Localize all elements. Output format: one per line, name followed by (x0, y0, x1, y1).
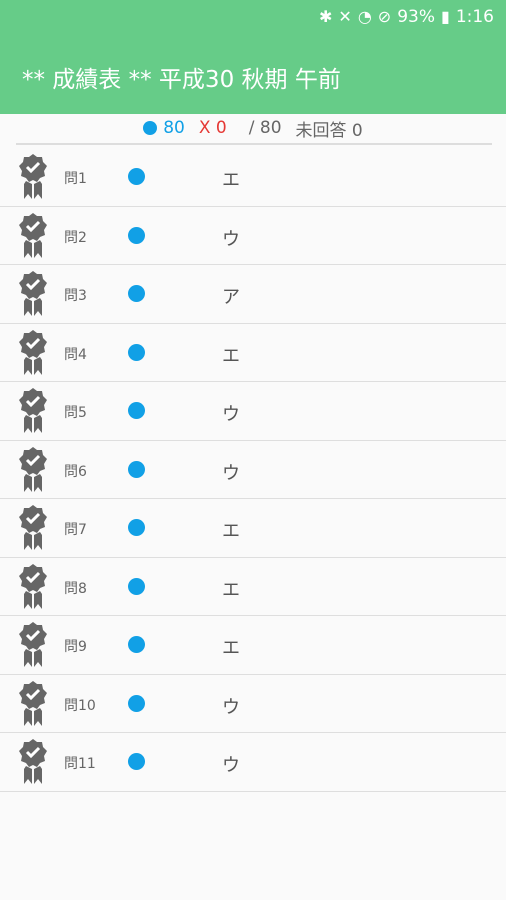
list-item[interactable]: 問1 エ (0, 148, 506, 207)
correct-dot-icon (128, 460, 145, 478)
result-list: 問1 エ問2 ウ問3 ア問4 エ問5 ウ問6 ウ問7 エ問8 エ問9 エ問10 ウ問11 ウ (0, 148, 506, 792)
question-label: 問4 (64, 346, 87, 363)
correct-dot-icon (128, 694, 145, 712)
question-label: 問10 (64, 697, 96, 714)
question-label: 問6 (64, 463, 87, 480)
question-label: 問9 (64, 639, 87, 655)
list-item[interactable]: 問7 エ (0, 499, 506, 558)
wifi-icon: ◔ (357, 7, 372, 26)
bluetooth-icon: ✱ (319, 7, 333, 26)
correct-dot-icon (128, 226, 145, 244)
correct-dot-icon (128, 577, 145, 595)
award-badge-icon (18, 680, 48, 726)
clock: 1:16 (455, 7, 494, 27)
award-badge-icon (18, 563, 48, 609)
battery-icon: ▮ (441, 7, 450, 26)
total-count: / 80 (248, 118, 282, 138)
award-badge-icon (18, 212, 48, 258)
correct-dot-icon (128, 285, 145, 302)
status-bar: ✱ ✕ ◔ ⊘ 93% ▮ 1:16 (319, 6, 494, 28)
question-label: 問8 (64, 580, 87, 597)
award-badge-icon (18, 446, 48, 492)
award-badge-icon (18, 738, 48, 784)
score-summary: 80 X 0 / 80 未回答 0 (0, 116, 506, 141)
correct-dot-icon (128, 343, 145, 361)
award-badge-icon (18, 621, 48, 667)
list-item[interactable]: 問9 エ (0, 616, 506, 675)
list-item[interactable]: 問6 ウ (0, 441, 506, 499)
answer-text: エ (222, 345, 240, 367)
answer-text: エ (222, 579, 240, 601)
list-item[interactable]: 問5 ウ (0, 382, 506, 441)
do-not-disturb-icon: ⊘ (377, 7, 392, 26)
award-badge-icon (18, 329, 48, 375)
correct-dot-icon (128, 402, 145, 419)
answer-text: エ (222, 638, 240, 659)
list-item[interactable]: 問3 ア (0, 265, 506, 324)
app-bar: ✱ ✕ ◔ ⊘ 93% ▮ 1:16 ** 成績表 ** 平成30 秋期 午前 (0, 0, 506, 114)
wrong-count: X 0 (198, 118, 227, 138)
award-badge-icon (18, 153, 48, 199)
answer-text: エ (222, 521, 240, 542)
question-label: 問5 (64, 405, 87, 421)
correct-dot-icon (128, 636, 145, 653)
question-label: 問1 (64, 171, 87, 187)
correct-dot-icon (128, 168, 145, 185)
question-label: 問2 (64, 229, 87, 246)
answer-text: ウ (222, 696, 240, 718)
list-item[interactable]: 問8 エ (0, 558, 506, 616)
vibrate-mute-icon: ✕ (338, 7, 352, 26)
correct-dot-icon (128, 519, 145, 536)
answer-text: ウ (222, 228, 240, 250)
award-badge-icon (18, 387, 48, 433)
correct-count: 80 (163, 118, 185, 138)
correct-dot-icon (143, 121, 158, 135)
award-badge-icon (18, 504, 48, 550)
battery-percent: 93% (397, 7, 435, 27)
list-item[interactable]: 問4 エ (0, 324, 506, 382)
question-label: 問3 (64, 288, 87, 304)
correct-dot-icon (128, 753, 145, 770)
answer-text: ア (222, 287, 240, 308)
question-label: 問7 (64, 522, 87, 538)
list-item[interactable]: 問11 ウ (0, 733, 506, 792)
answer-text: ウ (222, 755, 240, 776)
answer-text: ウ (222, 462, 240, 484)
question-label: 問11 (64, 756, 96, 772)
list-item[interactable]: 問2 ウ (0, 207, 506, 265)
list-item[interactable]: 問10 ウ (0, 675, 506, 733)
divider (16, 143, 492, 145)
page-title: ** 成績表 ** 平成30 秋期 午前 (22, 67, 341, 93)
answer-text: エ (222, 170, 240, 191)
unanswered-count: 未回答 0 (295, 120, 363, 141)
award-badge-icon (18, 270, 48, 316)
answer-text: ウ (222, 404, 240, 425)
